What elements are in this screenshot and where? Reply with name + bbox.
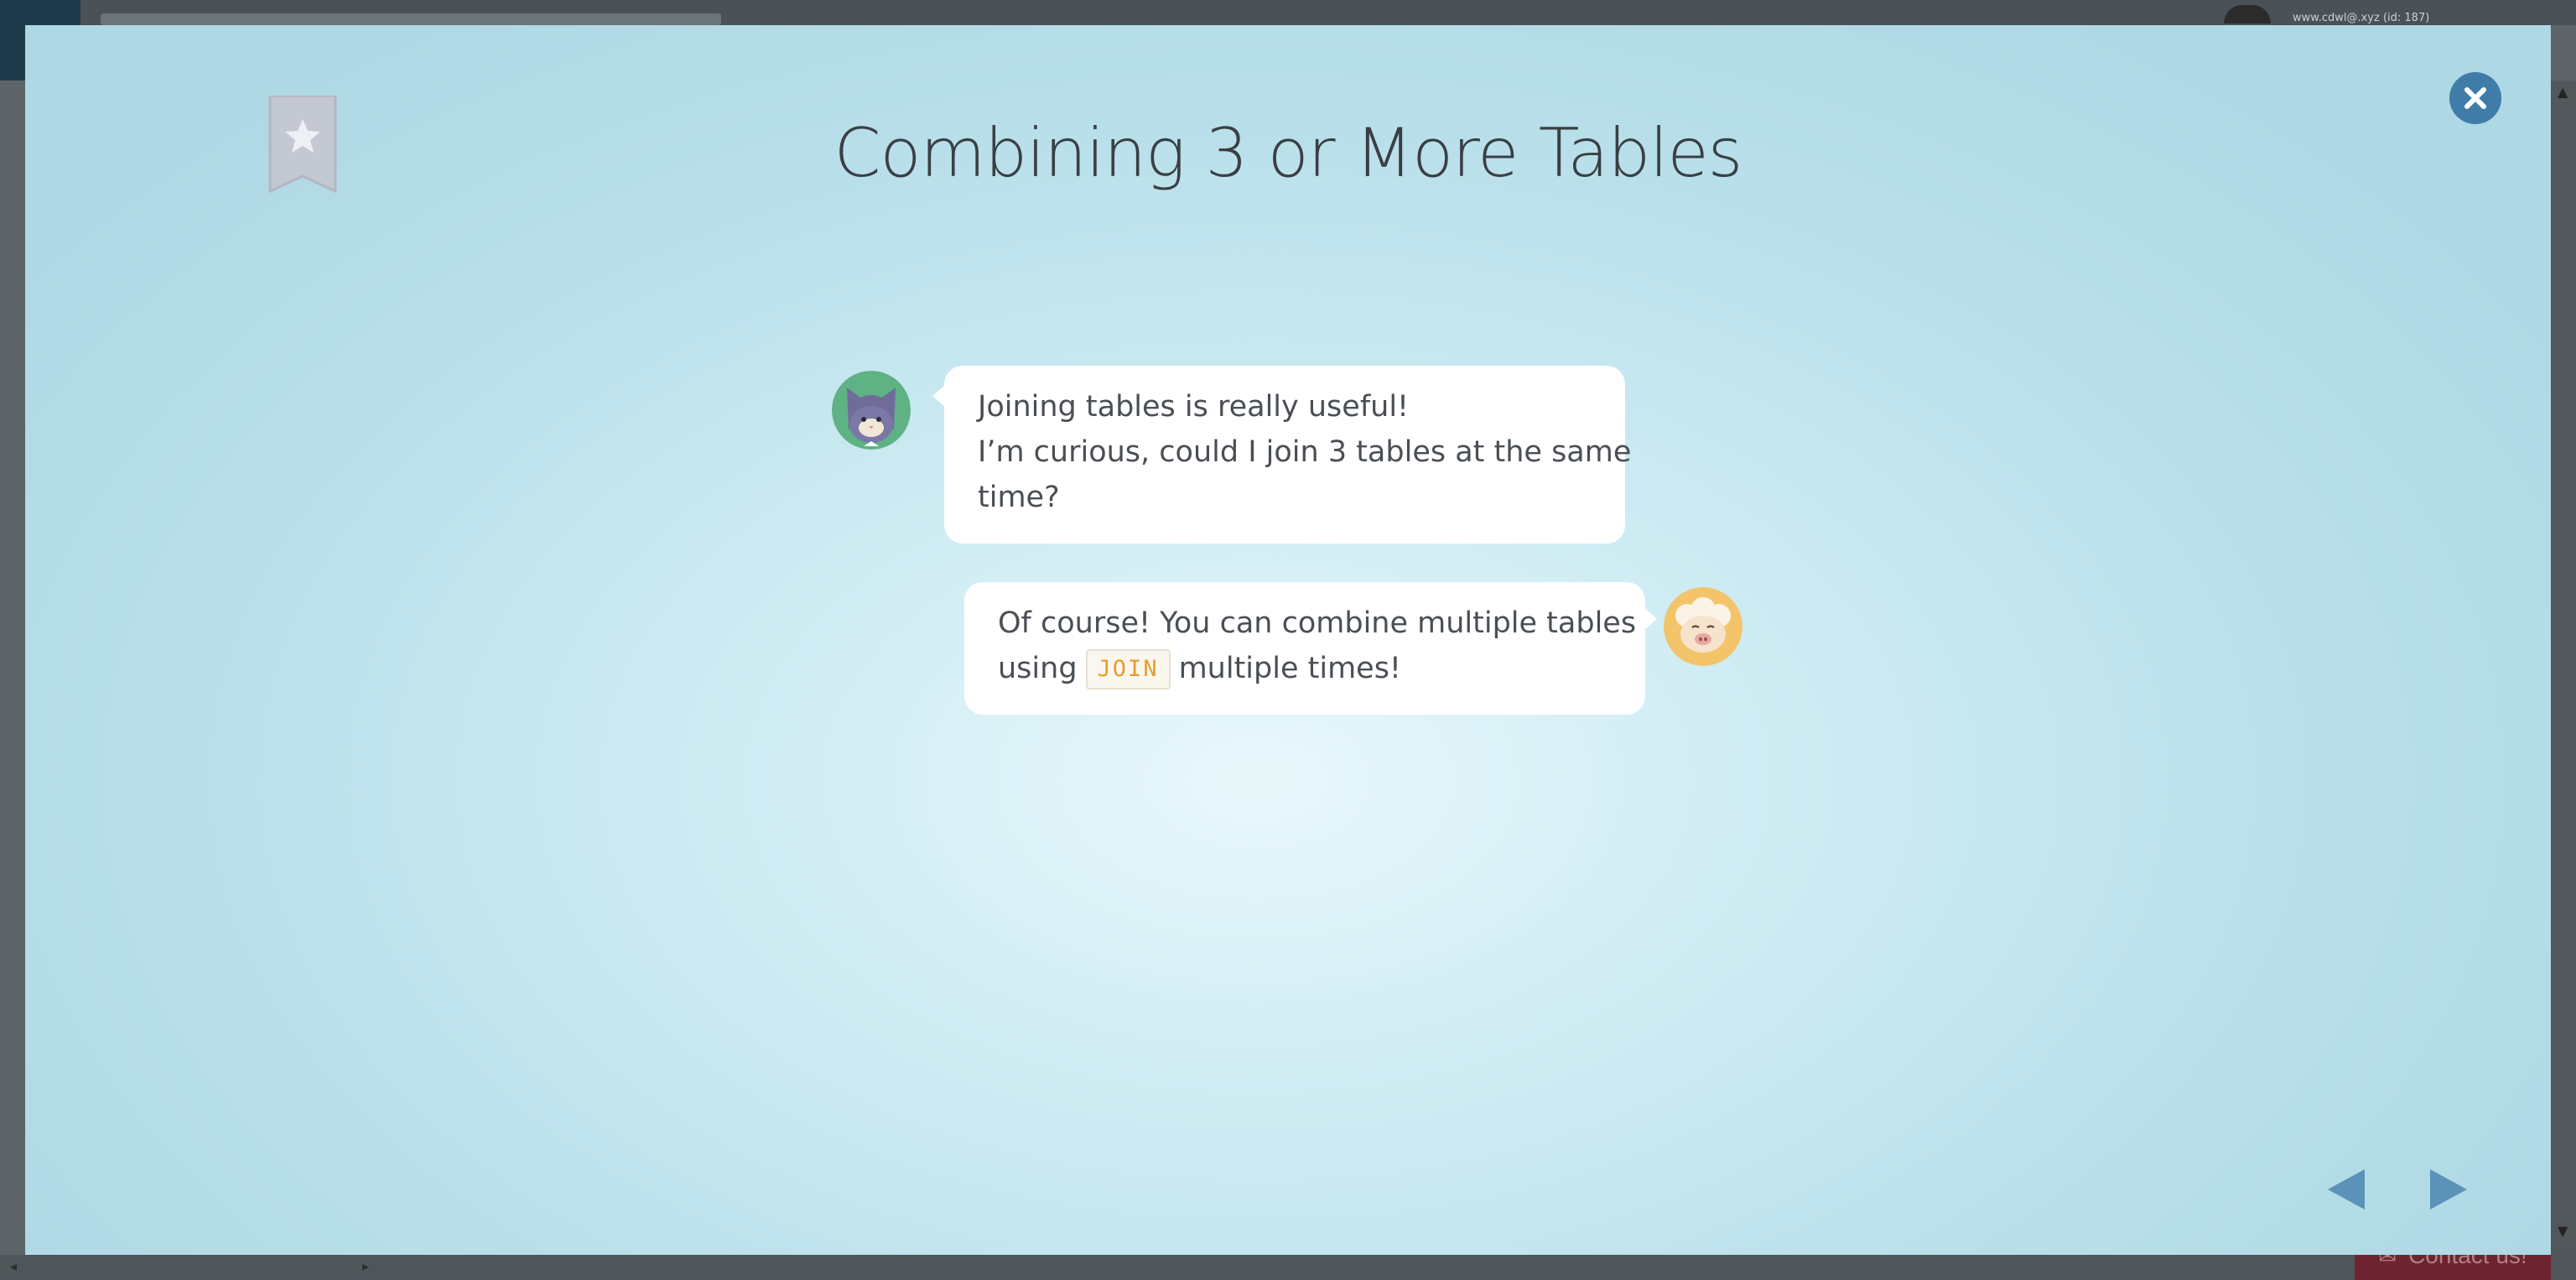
message-text: multiple times! (1178, 652, 1401, 685)
message-line: time? (978, 481, 1060, 514)
background-search-bar (101, 13, 721, 25)
bottom-scroll-right-icon: ▸ (362, 1258, 370, 1274)
scroll-down-icon: ▼ (2558, 1223, 2568, 1239)
message-line: Joining tables is really useful! (978, 390, 1410, 424)
cat-avatar (832, 371, 911, 450)
bottom-scroll-left-icon: ◂ (10, 1258, 18, 1274)
close-button[interactable] (2449, 72, 2501, 124)
triangle-left-icon[interactable] (2326, 1168, 2366, 1211)
close-icon (2464, 87, 2486, 109)
message-text: using (998, 652, 1078, 685)
message-line: Of course! You can combine multiple tabl… (998, 606, 1637, 640)
page-scrollbar (2551, 81, 2576, 1255)
page-title: Combining 3 or More Tables (834, 114, 1743, 192)
message-line: I’m curious, could I join 3 tables at th… (978, 435, 1632, 469)
background-bottom-bar (0, 1255, 2576, 1280)
lesson-modal: Combining 3 or More Tables Joining table… (25, 25, 2551, 1255)
scroll-up-icon: ▲ (2558, 84, 2568, 100)
message-bubble-cat: Joining tables is really useful! I’m cur… (932, 366, 1632, 544)
message-line: using JOIN multiple times! (998, 646, 1612, 691)
message-bubble-sheep: Of course! You can combine multiple tabl… (964, 582, 1657, 715)
user-label: www.cdwl@.xyz (id: 187) (2293, 12, 2430, 24)
sheep-avatar (1664, 587, 1742, 666)
inline-code: JOIN (1085, 649, 1171, 689)
triangle-right-icon[interactable] (2428, 1168, 2469, 1211)
